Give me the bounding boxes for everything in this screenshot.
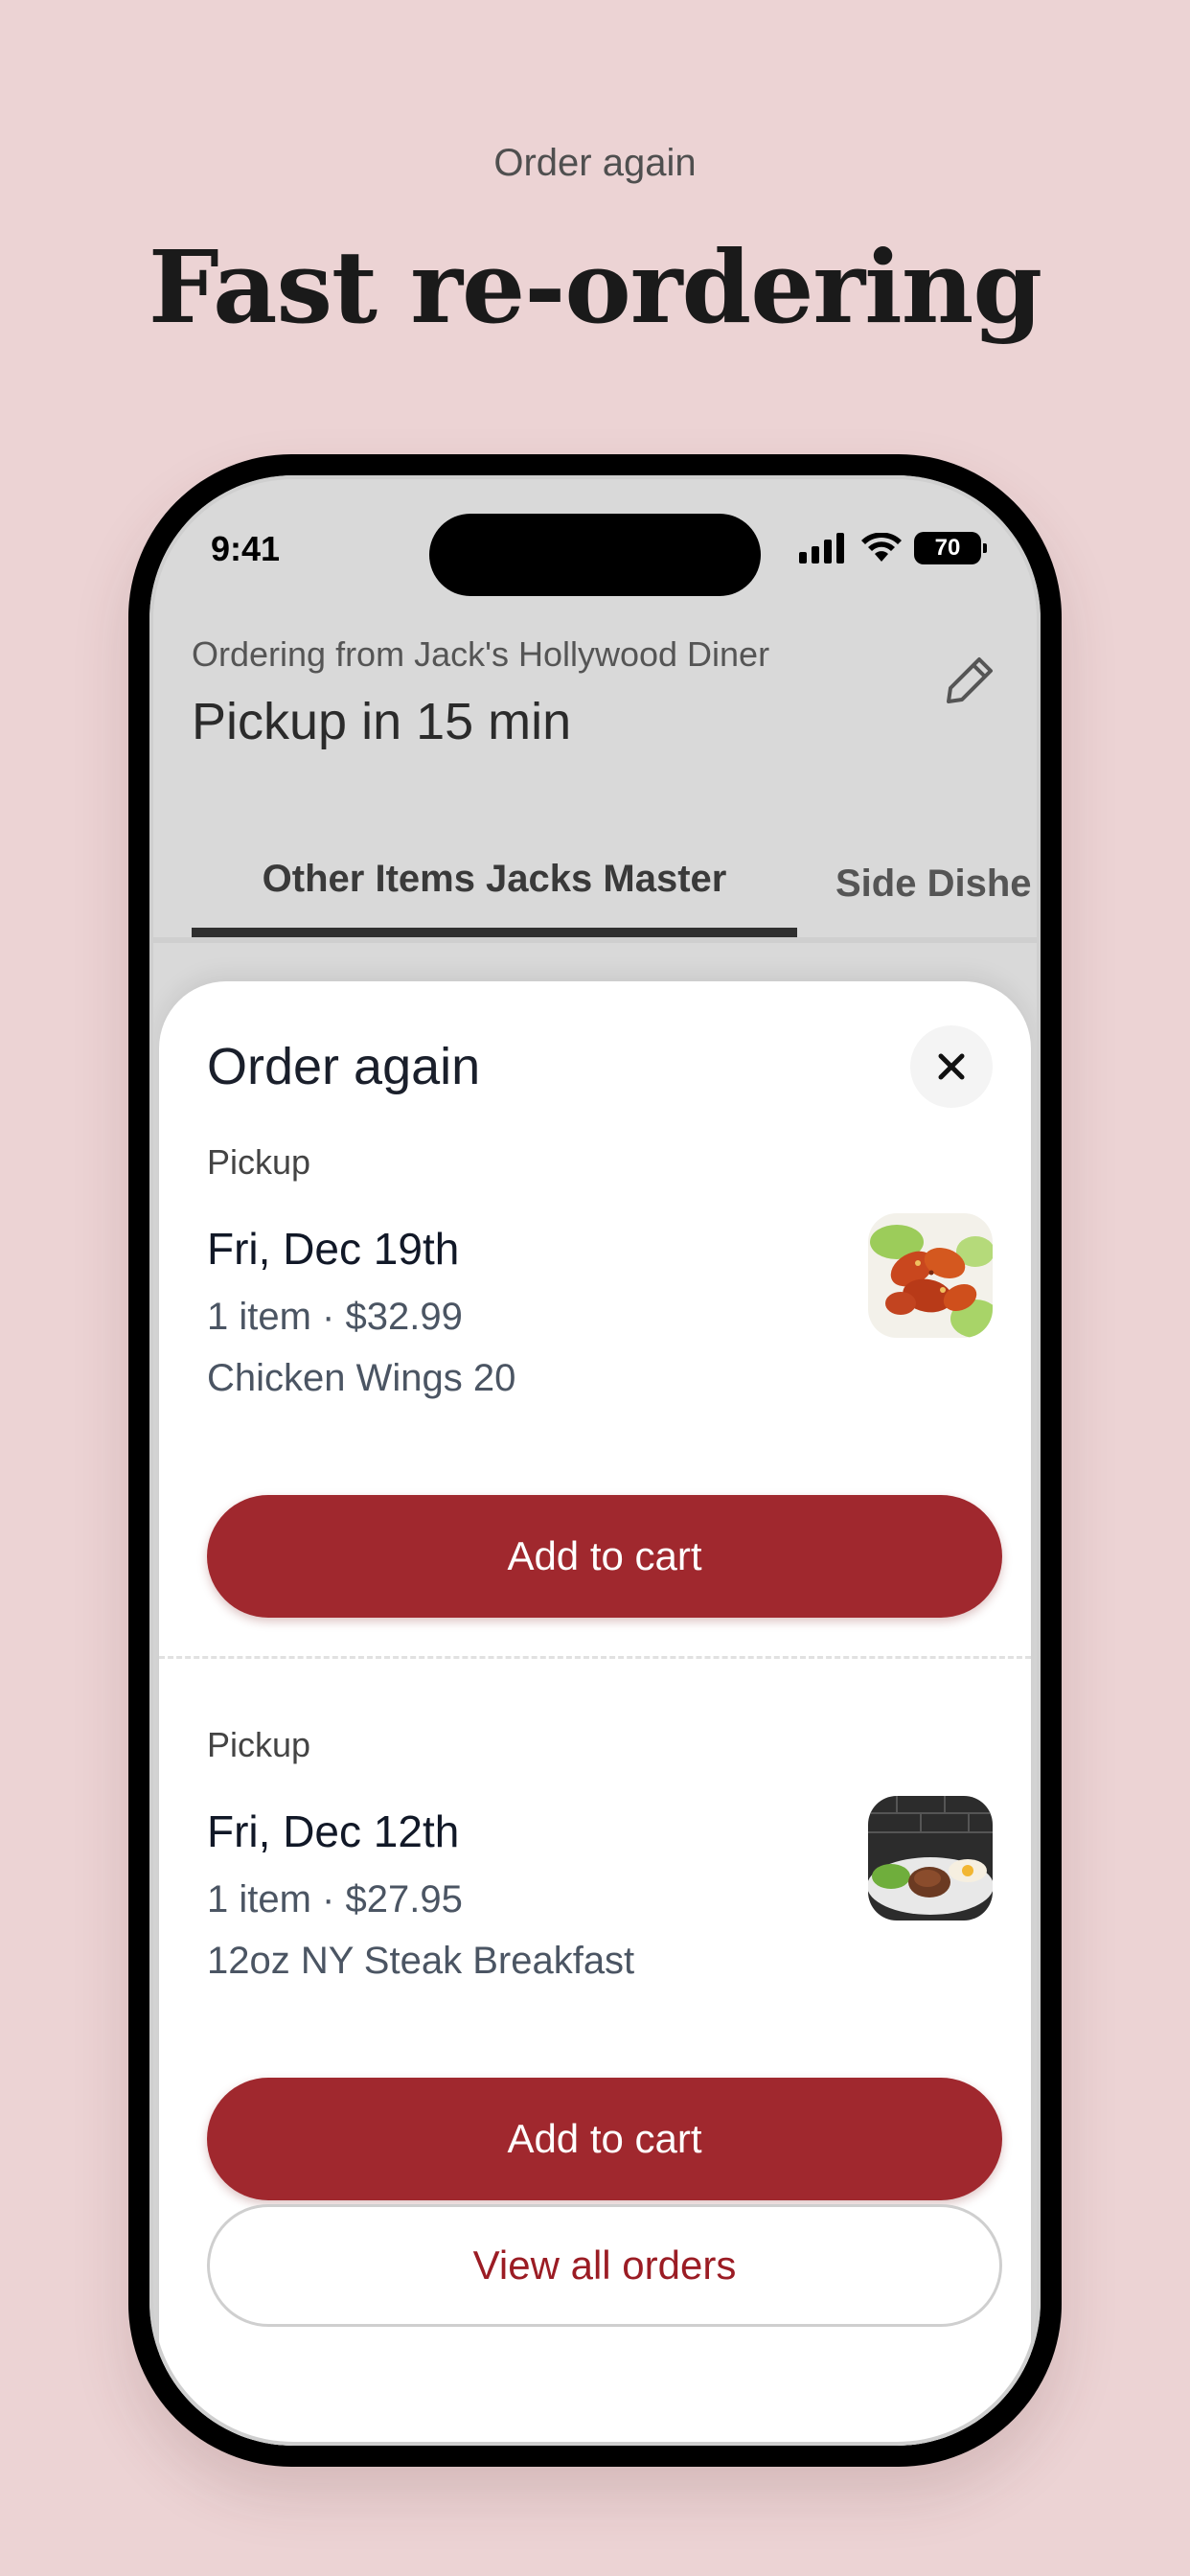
close-icon <box>938 1053 965 1080</box>
add-to-cart-button[interactable]: Add to cart <box>207 1495 1002 1618</box>
order-type: Pickup <box>207 1725 311 1764</box>
order-type: Pickup <box>207 1142 311 1182</box>
ordering-from-label: Ordering from Jack's Hollywood Diner <box>192 634 770 674</box>
order-summary: 1 item · $32.99 <box>207 1296 463 1338</box>
add-to-cart-button[interactable]: Add to cart <box>207 2078 1002 2200</box>
order-date: Fri, Dec 12th <box>207 1806 460 1856</box>
tab-other-items[interactable]: Other Items Jacks Master <box>192 830 797 937</box>
status-icons: 70 <box>799 529 987 567</box>
dynamic-island <box>429 514 761 596</box>
order-item-name: Chicken Wings 20 <box>207 1357 516 1399</box>
signal-icon <box>799 533 844 564</box>
order-item-name: 12oz NY Steak Breakfast <box>207 1940 635 1982</box>
battery-icon: 70 <box>914 532 987 564</box>
headline: Fast re-ordering <box>148 228 1042 346</box>
phone-frame: 9:41 70 Ordering from Jack's Hollywood D… <box>128 454 1062 2467</box>
eyebrow-text: Order again <box>493 142 697 184</box>
sheet-title: Order again <box>207 1038 481 1095</box>
pickup-time[interactable]: Pickup in 15 min <box>192 692 571 751</box>
category-tabs: Other Items Jacks Master Side Dishe <box>149 830 1041 943</box>
order-divider <box>159 1656 1031 1659</box>
close-button[interactable] <box>910 1025 993 1108</box>
view-all-orders-button[interactable]: View all orders <box>207 2204 1002 2327</box>
wifi-icon <box>861 533 902 562</box>
battery-level: 70 <box>934 535 961 561</box>
order-date: Fri, Dec 19th <box>207 1224 460 1274</box>
marketing-page: Order again Fast re-ordering 9:41 70 Ord… <box>0 0 1190 2576</box>
tab-side-dishes[interactable]: Side Dishe <box>835 830 1032 937</box>
steak-breakfast-photo <box>868 1796 993 1920</box>
order-again-sheet: Order again Pickup Fri, Dec 19th 1 item … <box>159 981 1031 2446</box>
chicken-wings-photo <box>868 1213 993 1338</box>
status-time: 9:41 <box>211 529 281 568</box>
order-summary: 1 item · $27.95 <box>207 1878 463 1920</box>
phone-screen: 9:41 70 Ordering from Jack's Hollywood D… <box>149 475 1041 2446</box>
edit-button[interactable] <box>935 646 1004 715</box>
pencil-icon <box>947 657 993 703</box>
